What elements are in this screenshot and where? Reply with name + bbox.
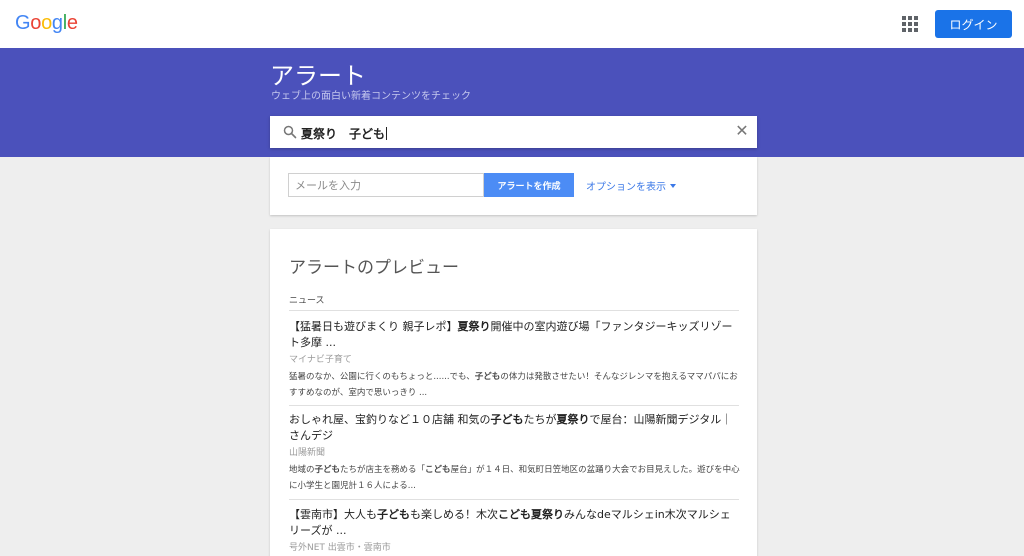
email-field[interactable]: [288, 173, 484, 197]
logo-letter: o: [41, 12, 52, 34]
divider: [289, 405, 739, 406]
article-snippet: 地域の子どもたちが店主を務める「こども屋台」が１４日、和気町日笠地区の盆踊り大会…: [289, 465, 740, 491]
list-item: 【雲南市】大人も子どもも楽しめる！木次こども夏祭りみんなdeマルシェin木次マル…: [289, 507, 741, 554]
text-cursor: [386, 127, 388, 140]
logo-letter: g: [51, 12, 63, 34]
alert-query-box[interactable]: 夏祭り 子ども ✕: [270, 116, 757, 148]
logo-letter: e: [66, 12, 78, 34]
show-options-label: オプションを表示: [586, 182, 666, 193]
search-query-text: 夏祭り 子ども: [301, 127, 386, 141]
logo-letter: G: [15, 12, 31, 34]
google-logo[interactable]: Google: [15, 12, 78, 35]
divider: [289, 310, 739, 311]
divider: [289, 499, 739, 500]
article-title[interactable]: 【猛暑日も遊びまくり 親子レポ】夏祭り開催中の室内遊び場「ファンタジーキッズリゾ…: [289, 319, 741, 351]
create-alert-button[interactable]: アラートを作成: [484, 173, 574, 197]
search-input[interactable]: 夏祭り 子ども: [301, 125, 388, 142]
logo-letter: o: [30, 12, 42, 34]
article-source: 山陽新聞: [289, 448, 326, 458]
alert-preview-card: アラートのプレビュー ニュース 【猛暑日も遊びまくり 親子レポ】夏祭り開催中の室…: [270, 229, 757, 556]
caret-down-icon: [670, 184, 676, 188]
section-label-news: ニュース: [289, 296, 325, 306]
close-icon[interactable]: ✕: [734, 123, 750, 139]
show-options-link[interactable]: オプションを表示: [586, 178, 676, 193]
preview-title: アラートのプレビュー: [289, 258, 459, 278]
article-source: 号外NET 出雲市・雲南市: [289, 543, 391, 553]
top-bar: Google ログイン: [0, 0, 1024, 48]
search-icon: [283, 125, 297, 139]
article-title[interactable]: 【雲南市】大人も子どもも楽しめる！木次こども夏祭りみんなdeマルシェin木次マル…: [289, 507, 741, 539]
article-title[interactable]: おしゃれ屋、宝釣りなど１０店舗 和気の子どもたちが夏祭りで屋台：山陽新聞デジタル…: [289, 412, 741, 444]
list-item: 【猛暑日も遊びまくり 親子レポ】夏祭り開催中の室内遊び場「ファンタジーキッズリゾ…: [289, 319, 741, 401]
page-subtitle: ウェブ上の面白い新着コンテンツをチェック: [271, 91, 471, 102]
article-snippet: 猛暑のなか、公園に行くのもちょっと......でも、子どもの体力は発散させたい！…: [289, 372, 738, 398]
apps-grid-icon[interactable]: [902, 16, 918, 32]
page-title: アラート: [270, 62, 366, 90]
article-source: マイナビ子育て: [289, 355, 352, 365]
create-alert-card: アラートを作成 オプションを表示: [270, 157, 757, 215]
list-item: おしゃれ屋、宝釣りなど１０店舗 和気の子どもたちが夏祭りで屋台：山陽新聞デジタル…: [289, 412, 741, 494]
login-button[interactable]: ログイン: [935, 10, 1012, 38]
